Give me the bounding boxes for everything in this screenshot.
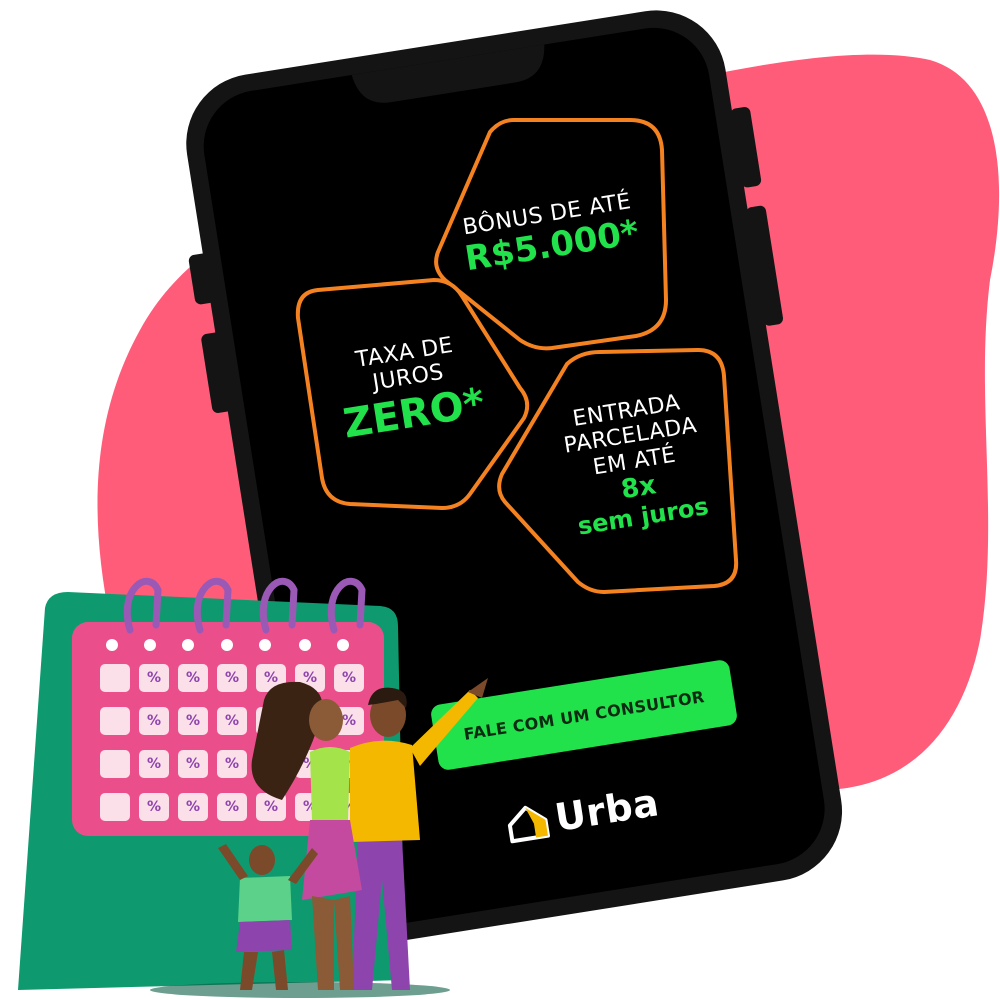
ad-canvas: BÔNUS DE ATÉ R$5.000* TAXA DE JUROS ZERO… (0, 0, 1000, 1000)
man-figure (350, 678, 488, 990)
family-illustration (150, 678, 488, 998)
child-figure (218, 844, 318, 990)
